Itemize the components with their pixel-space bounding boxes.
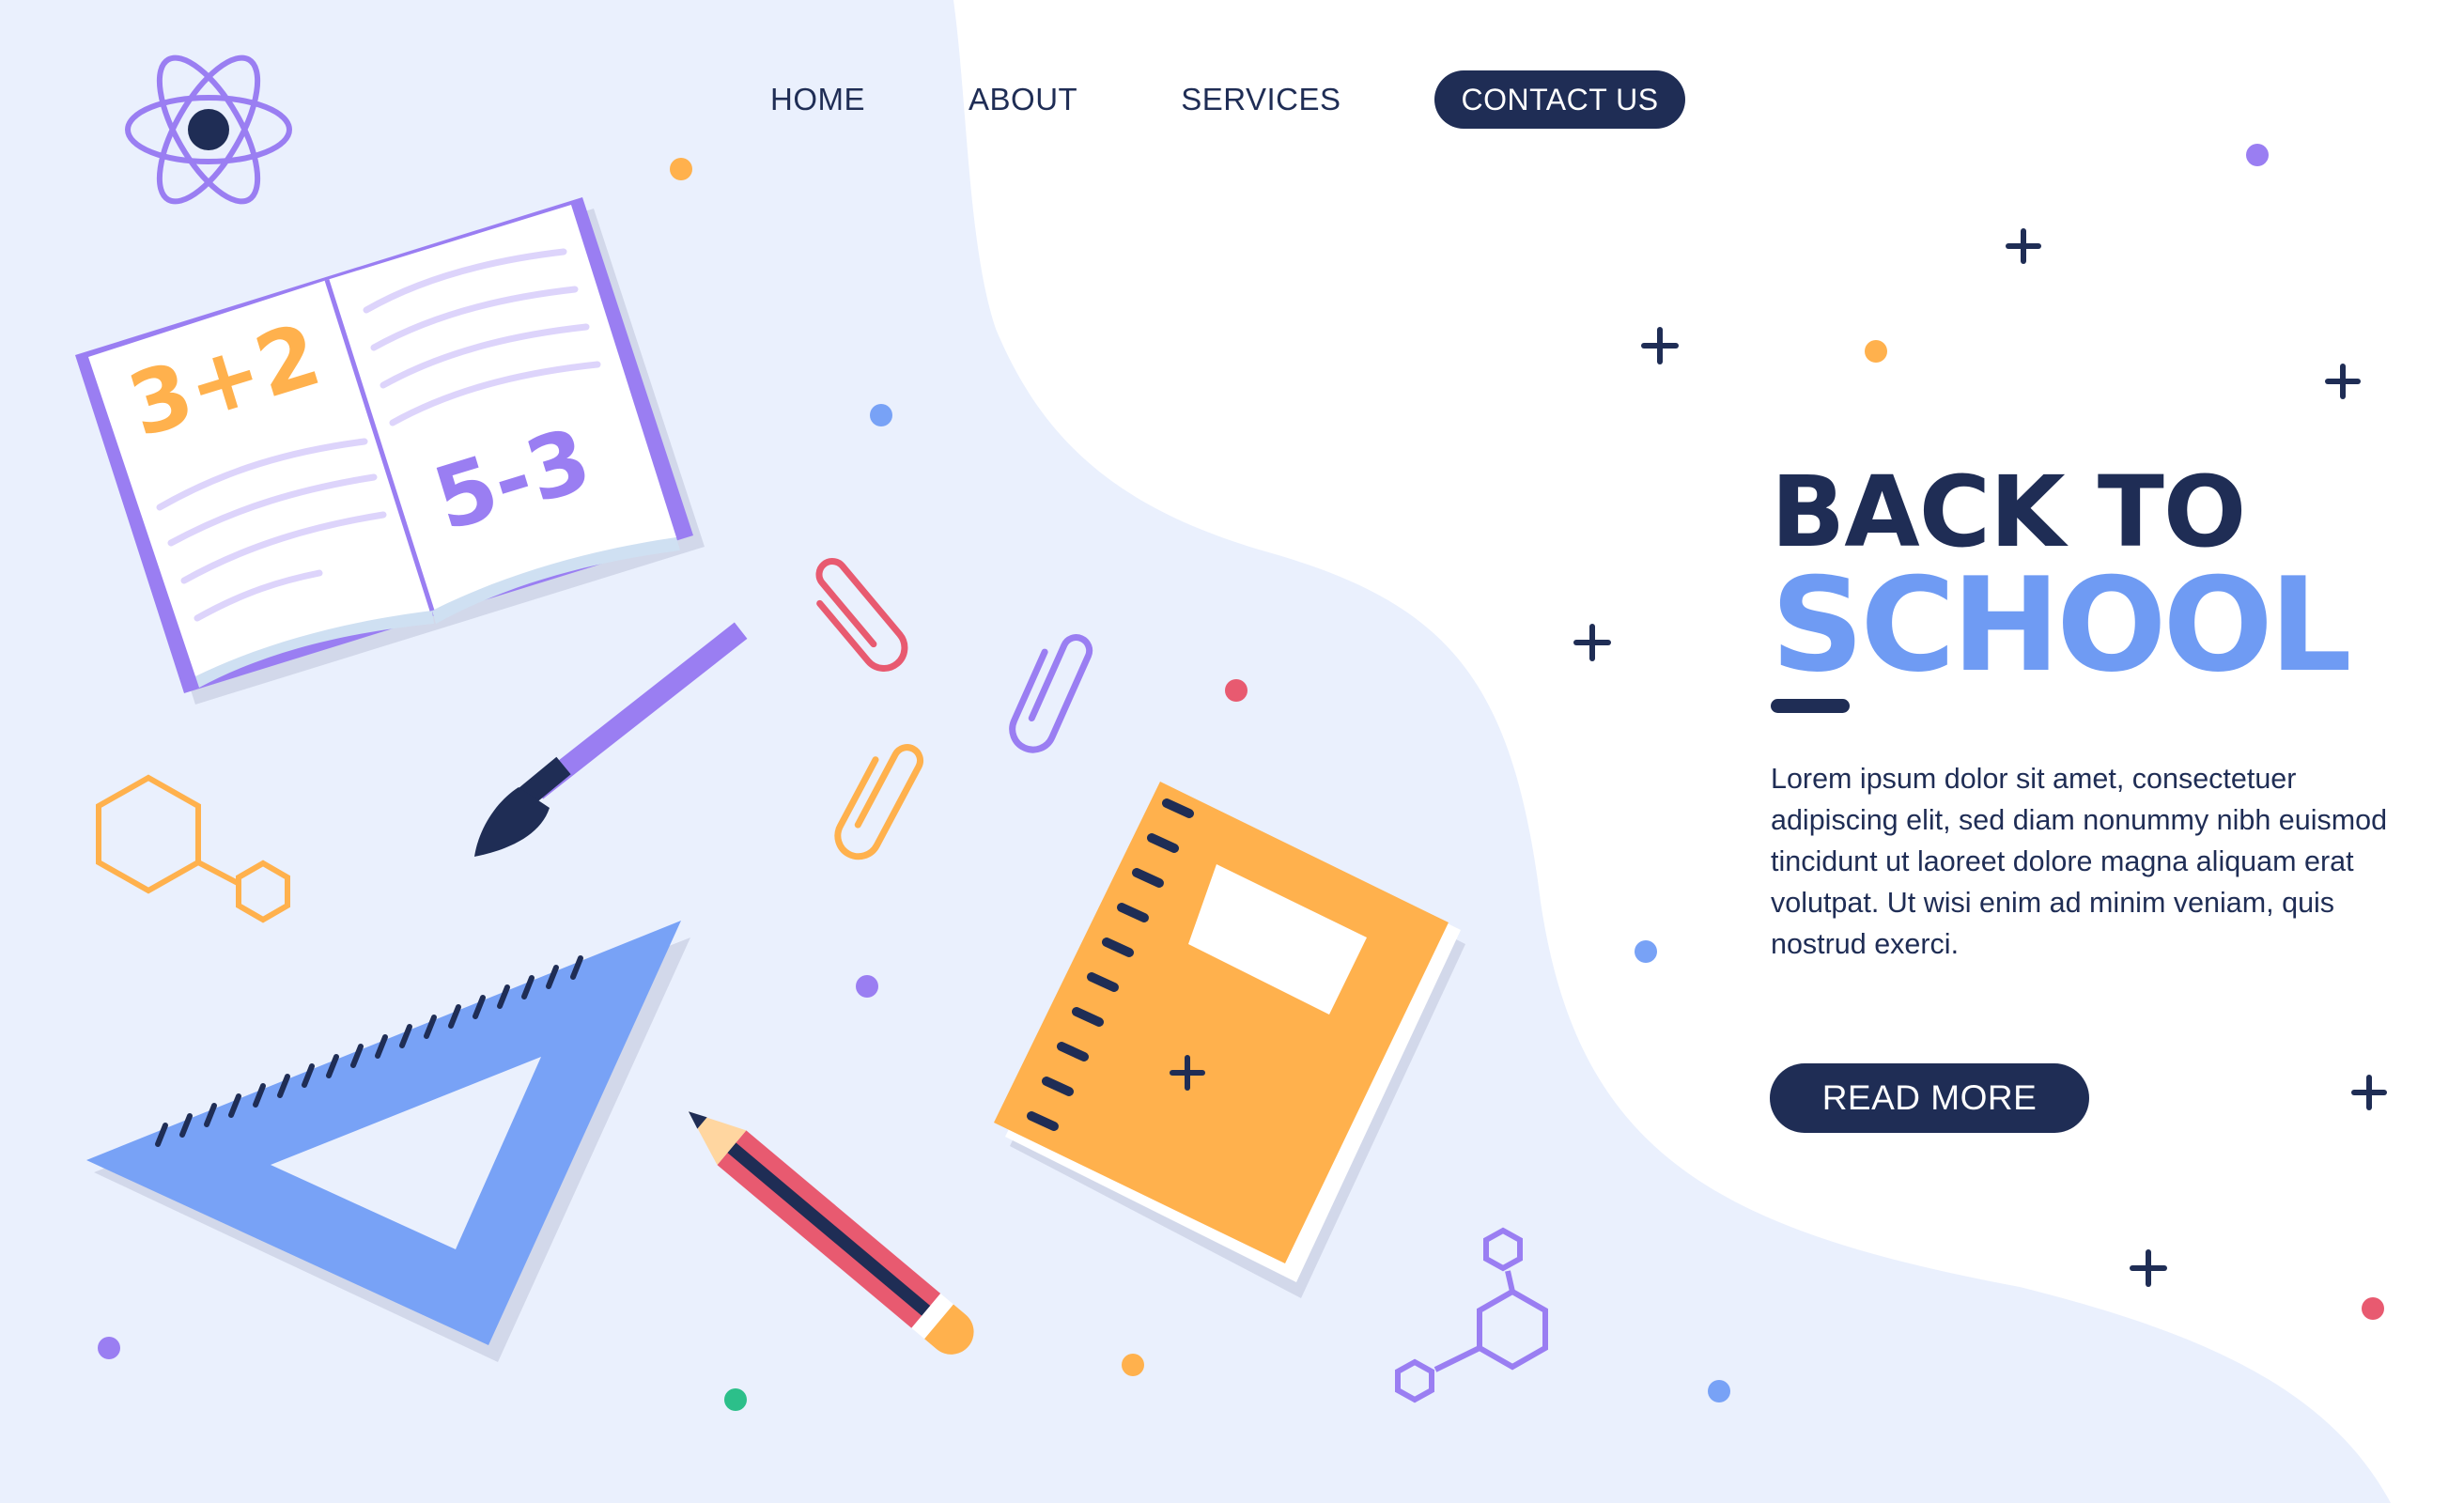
dot-icon — [670, 158, 692, 180]
main-nav: HOME ABOUT SERVICES CONTACT US — [770, 70, 1685, 129]
dot-icon — [856, 975, 878, 998]
hero-section: BACK TO SCHOOL Lorem ipsum dolor sit ame… — [1771, 460, 2428, 965]
hero-description: Lorem ipsum dolor sit amet, consectetuer… — [1771, 763, 2388, 960]
hero-title-line1: BACK TO — [1771, 455, 2246, 569]
dot-icon — [1635, 940, 1657, 963]
plus-icon — [2325, 364, 2361, 399]
contact-us-button[interactable]: CONTACT US — [1434, 70, 1685, 129]
nav-home[interactable]: HOME — [770, 82, 865, 117]
dot-icon — [1225, 679, 1247, 702]
title-underline — [1771, 699, 1850, 713]
plus-icon — [1641, 327, 1679, 364]
dot-icon — [2362, 1297, 2384, 1320]
plus-icon — [1573, 624, 1611, 661]
dot-icon — [2246, 144, 2269, 166]
dot-icon — [98, 1337, 120, 1359]
dot-icon — [1122, 1354, 1144, 1376]
dot-icon — [724, 1388, 747, 1411]
dot-icon — [870, 404, 892, 426]
nav-about[interactable]: ABOUT — [969, 82, 1077, 117]
dot-icon — [1708, 1380, 1730, 1402]
plus-icon — [2351, 1075, 2387, 1110]
dot-icon — [1865, 340, 1887, 363]
hero-title-line2: SCHOOL — [1771, 550, 2352, 701]
plus-icon — [2006, 228, 2041, 264]
nav-services[interactable]: SERVICES — [1181, 82, 1340, 117]
read-more-button[interactable]: READ MORE — [1770, 1063, 2089, 1133]
plus-icon — [2130, 1249, 2167, 1287]
